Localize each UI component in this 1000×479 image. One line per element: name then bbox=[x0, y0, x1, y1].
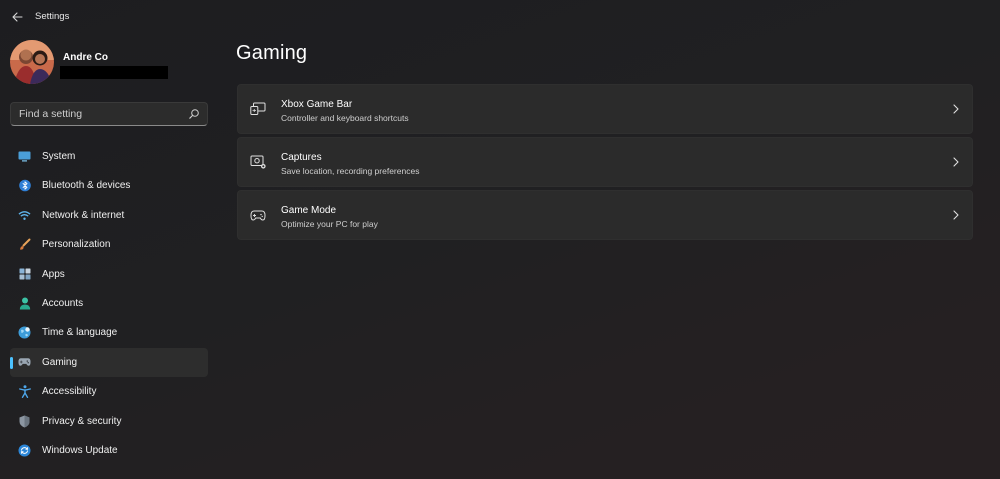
sidebar-item-label: Network & internet bbox=[42, 209, 125, 221]
system-icon bbox=[18, 150, 31, 163]
page-title: Gaming bbox=[236, 42, 308, 64]
back-button[interactable] bbox=[8, 8, 26, 26]
chevron-right-icon bbox=[953, 104, 959, 114]
back-arrow-icon bbox=[11, 12, 23, 22]
search-icon[interactable] bbox=[188, 108, 200, 120]
bluetooth-icon bbox=[18, 179, 31, 192]
accessibility-icon bbox=[18, 385, 31, 399]
sidebar-item-privacy-security[interactable]: Privacy & security bbox=[10, 407, 208, 436]
settings-cards: Xbox Game Bar Controller and keyboard sh… bbox=[237, 84, 973, 243]
card-subtitle: Optimize your PC for play bbox=[281, 219, 378, 229]
sidebar-item-label: Privacy & security bbox=[42, 415, 122, 427]
game-bar-icon bbox=[250, 102, 266, 115]
card-captures[interactable]: Captures Save location, recording prefer… bbox=[237, 137, 973, 187]
sidebar-item-apps[interactable]: Apps bbox=[10, 260, 208, 289]
globe-icon bbox=[18, 326, 31, 339]
brush-icon bbox=[18, 238, 31, 251]
person-icon bbox=[18, 297, 31, 310]
sidebar-item-accounts[interactable]: Accounts bbox=[10, 289, 208, 318]
apps-icon bbox=[18, 268, 31, 281]
sidebar-item-bluetooth[interactable]: Bluetooth & devices bbox=[10, 171, 208, 200]
sidebar-item-label: Bluetooth & devices bbox=[42, 180, 131, 192]
card-subtitle: Save location, recording preferences bbox=[281, 166, 420, 176]
sidebar-item-network[interactable]: Network & internet bbox=[10, 201, 208, 230]
nav-list: System Bluetooth & devices Network & int… bbox=[10, 142, 208, 465]
card-title: Captures bbox=[281, 152, 322, 163]
sidebar-item-label: Accounts bbox=[42, 297, 84, 309]
sidebar-item-personalization[interactable]: Personalization bbox=[10, 230, 208, 259]
capture-icon bbox=[250, 155, 266, 169]
title-bar: Settings bbox=[0, 0, 1000, 32]
sidebar: Andre Co System Bluetooth & devices Netw bbox=[0, 32, 220, 479]
redacted-email bbox=[60, 66, 168, 79]
card-title: Game Mode bbox=[281, 205, 337, 216]
sidebar-item-label: Personalization bbox=[42, 239, 111, 251]
sidebar-item-label: Accessibility bbox=[42, 386, 97, 398]
update-icon bbox=[18, 444, 31, 457]
sidebar-item-time-language[interactable]: Time & language bbox=[10, 318, 208, 347]
card-title: Xbox Game Bar bbox=[281, 99, 353, 110]
shield-icon bbox=[18, 415, 31, 428]
sidebar-item-accessibility[interactable]: Accessibility bbox=[10, 377, 208, 406]
sidebar-item-label: Windows Update bbox=[42, 444, 118, 456]
card-game-mode[interactable]: Game Mode Optimize your PC for play bbox=[237, 190, 973, 240]
game-mode-icon bbox=[250, 210, 266, 221]
card-subtitle: Controller and keyboard shortcuts bbox=[281, 113, 409, 123]
wifi-icon bbox=[18, 209, 31, 222]
user-profile[interactable]: Andre Co bbox=[10, 40, 210, 88]
sidebar-item-system[interactable]: System bbox=[10, 142, 208, 171]
sidebar-item-windows-update[interactable]: Windows Update bbox=[10, 436, 208, 465]
user-name: Andre Co bbox=[63, 52, 108, 63]
search-box[interactable] bbox=[10, 102, 208, 126]
avatar bbox=[10, 40, 54, 84]
chevron-right-icon bbox=[953, 210, 959, 220]
search-input[interactable] bbox=[19, 108, 179, 120]
chevron-right-icon bbox=[953, 157, 959, 167]
sidebar-item-label: System bbox=[42, 151, 76, 162]
sidebar-item-label: Time & language bbox=[42, 327, 118, 339]
sidebar-item-gaming[interactable]: Gaming bbox=[10, 347, 208, 378]
card-xbox-game-bar[interactable]: Xbox Game Bar Controller and keyboard sh… bbox=[237, 84, 973, 134]
sidebar-item-label: Gaming bbox=[42, 356, 78, 368]
gamepad-icon bbox=[18, 356, 31, 369]
sidebar-item-label: Apps bbox=[42, 268, 65, 280]
app-title: Settings bbox=[35, 11, 70, 22]
